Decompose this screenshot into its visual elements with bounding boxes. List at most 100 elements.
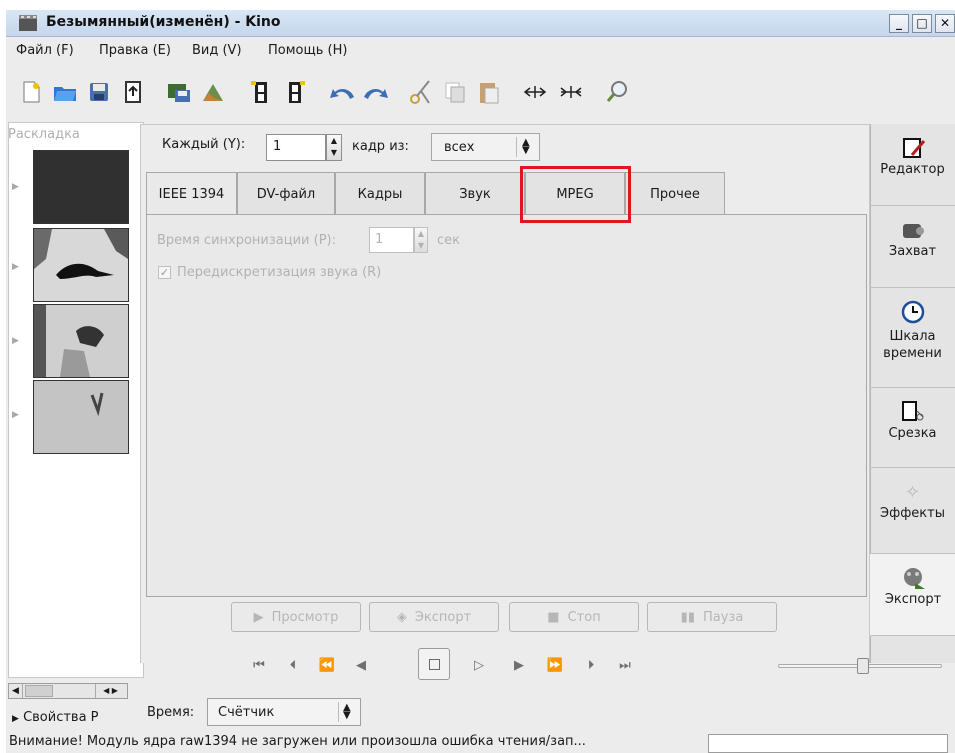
stop-icon: ■ [547,609,560,625]
mode-trim-label: Срезка [888,426,937,441]
end-icon[interactable]: ⏭ [616,656,634,674]
pause-button[interactable]: ▮▮ Пауза [647,602,777,632]
paste-icon[interactable] [476,79,502,105]
scroll-left-icon[interactable]: ◀ [9,684,23,698]
sync-time-spinbox[interactable]: 1 [369,227,414,253]
zoom-icon[interactable] [604,79,630,105]
split-icon[interactable] [522,79,548,105]
back-frame-icon[interactable]: ◀ [352,656,370,674]
export-label: Экспорт [414,609,472,625]
mode-timeline[interactable]: Шкала времени [870,288,955,388]
menu-view[interactable]: Вид (V) [192,43,242,58]
expand-arrow-icon[interactable]: ▶ [12,410,19,420]
menu-help[interactable]: Помощь (H) [268,43,347,58]
join-icon[interactable] [558,79,584,105]
scroll-thumb[interactable] [25,685,53,697]
slider-handle[interactable] [857,658,869,674]
mode-editor-label: Редактор [880,162,945,177]
tab-audio[interactable]: Звук [425,172,525,215]
mode-editor[interactable]: Редактор [870,124,955,206]
play-icon: ▶ [253,609,264,625]
prev-scene-icon[interactable]: ⏴ [284,656,302,674]
updown-arrows-icon: ▲ ▼ [522,137,530,156]
time-format-value: Счётчик [218,705,275,720]
film-insert-after-icon[interactable] [282,79,308,105]
preview-label: Просмотр [271,609,339,625]
toolbar [6,65,955,123]
play-icon[interactable]: ▷ [470,656,488,674]
mode-export-label: Экспорт [884,592,942,607]
expand-arrow-icon[interactable]: ▶ [12,182,19,192]
stop-transport-button[interactable] [418,648,450,680]
stop-button[interactable]: ■ Стоп [509,602,639,632]
start-icon[interactable]: ⏮ [250,656,268,674]
pause-label: Пауза [702,609,744,625]
sparkle-icon: ✧ [904,481,921,503]
each-label: Каждый (Y): [162,137,246,152]
tab-ieee1394[interactable]: IEEE 1394 [146,172,237,216]
mode-effects[interactable]: ✧ Эффекты [870,468,955,554]
frame-from-value: всех [444,140,475,155]
scroll-right-icon[interactable]: ◀ ▶ [95,684,125,698]
properties-expander[interactable]: ▶ Свойства P [12,710,99,725]
expand-arrow-icon[interactable]: ▶ [12,262,19,272]
each-spinbox[interactable]: 1 [266,134,326,161]
copy-icon[interactable] [442,79,468,105]
save-frame-icon[interactable] [166,79,192,105]
cut-icon[interactable] [408,79,434,105]
film-export-icon [899,564,927,592]
mode-effects-label: Эффекты [880,506,945,521]
preview-button[interactable]: ▶ Просмотр [231,602,361,632]
time-format-select[interactable]: Счётчик ▲ ▼ [207,698,361,726]
stop-icon [429,659,440,670]
tab-dv-file[interactable]: DV-файл [237,172,335,215]
undo-icon[interactable] [328,79,354,105]
redo-icon[interactable] [362,79,388,105]
storyboard-thumbnail[interactable] [33,380,129,454]
open-folder-icon[interactable] [52,79,78,105]
export-icon[interactable] [120,79,146,105]
storyboard-thumbnail[interactable] [33,304,129,378]
position-slider[interactable] [778,658,942,674]
export-button[interactable]: ◈ Экспорт [369,602,499,632]
next-scene-icon[interactable]: ⏵ [582,656,600,674]
storyboard-thumbnail[interactable] [33,150,129,224]
expander-arrow-icon: ▶ [12,714,19,724]
storyboard-thumbnail[interactable] [33,228,129,302]
title-bar[interactable]: Безымянный(изменён) - Kino _ □ ✕ [6,10,955,37]
storyboard-scrollbar[interactable]: ◀ ◀ ▶ [8,683,128,699]
mode-capture[interactable]: Захват [870,206,955,288]
clock-icon [899,298,927,326]
menu-edit[interactable]: Правка (E) [99,43,171,58]
maximize-button[interactable]: □ [912,14,932,33]
sync-spin-arrows-icon[interactable]: ▲ ▼ [414,227,428,253]
expand-arrow-icon[interactable]: ▶ [12,336,19,346]
sync-time-label: Время синхронизации (P): [157,233,336,248]
rewind-icon[interactable]: ⏪ [318,656,336,674]
close-button[interactable]: ✕ [935,14,955,33]
status-field [708,734,948,753]
resample-label: Передискретизация звука (R) [177,265,382,280]
resample-checkbox[interactable]: ✓ [158,266,171,279]
menu-file[interactable]: Файл (F) [16,43,74,58]
mode-trim[interactable]: Срезка [870,388,955,468]
highlight-box [520,166,631,223]
fast-forward-icon[interactable]: ⏩ [546,656,564,674]
status-message: Внимание! Модуль ядра raw1394 не загруже… [9,734,586,749]
film-insert-before-icon[interactable] [248,79,274,105]
mode-export[interactable]: Экспорт [870,554,955,636]
tab-other[interactable]: Прочее [625,172,725,215]
frame-from-select[interactable]: всех ▲ ▼ [431,133,540,161]
each-spin-arrows-icon[interactable]: ▲ ▼ [326,134,342,161]
mode-timeline-label: Шкала времени [883,329,942,361]
minimize-button[interactable]: _ [889,14,909,33]
forward-frame-icon[interactable]: ▶ [510,656,528,674]
open-image-icon[interactable] [200,79,226,105]
tab-frames[interactable]: Кадры [335,172,425,215]
window-title: Безымянный(изменён) - Kino [46,14,281,30]
new-file-icon[interactable] [18,79,44,105]
stop-label: Стоп [567,609,601,625]
updown-arrows-icon: ▲ ▼ [343,702,351,721]
menu-bar: Файл (F) Правка (E) Вид (V) Помощь (H) [6,37,955,65]
save-icon[interactable] [86,79,112,105]
